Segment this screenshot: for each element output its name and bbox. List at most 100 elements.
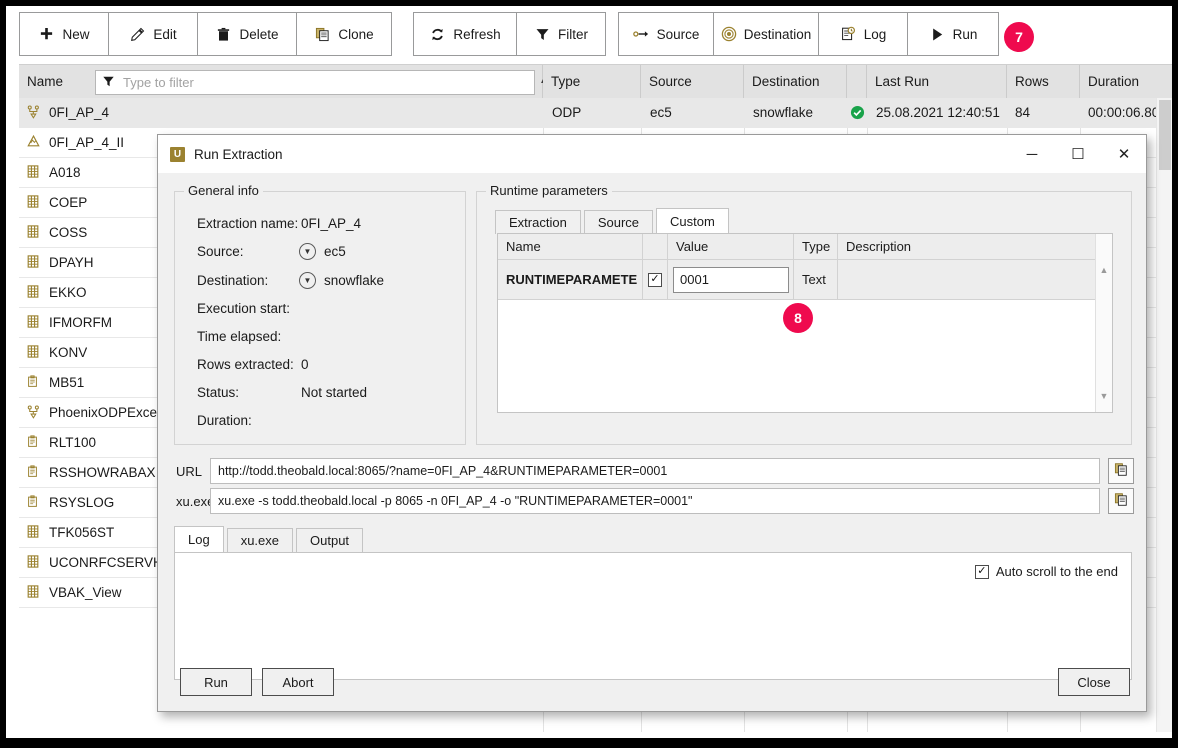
general-info-group: General info Extraction name: 0FI_AP_4 S… <box>174 183 466 445</box>
report-icon <box>26 464 42 481</box>
clone-button-label: Clone <box>338 26 374 42</box>
edit-button[interactable]: Edit <box>108 12 198 56</box>
auto-scroll-checkbox[interactable]: ✓ <box>974 564 989 579</box>
param-column-description[interactable]: Description <box>838 234 1096 259</box>
maximize-icon[interactable]: ☐ <box>1056 135 1100 173</box>
param-type-cell: Text <box>794 260 838 299</box>
copy-icon <box>1114 492 1128 510</box>
column-header-destination[interactable]: Destination <box>744 65 847 98</box>
tab-custom[interactable]: Custom <box>656 208 729 234</box>
row-name: RLT100 <box>49 435 97 450</box>
row-destination: snowflake <box>753 105 814 120</box>
duration-label: Duration: <box>197 413 252 428</box>
chevron-down-icon[interactable]: ▼ <box>299 243 316 260</box>
column-header-destination-label: Destination <box>752 74 820 89</box>
runtime-parameters-legend: Runtime parameters <box>486 183 612 198</box>
column-header-source[interactable]: Source <box>641 65 744 98</box>
refresh-button-label: Refresh <box>453 26 501 42</box>
column-header-status[interactable] <box>847 65 867 98</box>
column-header-duration-label: Duration <box>1088 74 1140 89</box>
param-column-enabled[interactable] <box>643 234 668 259</box>
table-icon <box>26 224 42 241</box>
row-name: TFK056ST <box>49 525 115 540</box>
grid-header-row: Name ▲ Type Source Destination <box>19 64 1172 98</box>
table-row[interactable]: 0FI_AP_4 ODP ec5 snowflake 25.08.2021 12… <box>19 98 1172 128</box>
close-icon[interactable]: ✕ <box>1102 135 1146 173</box>
name-filter[interactable] <box>95 70 535 95</box>
param-column-type-label: Type <box>802 239 831 254</box>
column-header-name-label: Name <box>27 74 64 89</box>
param-enabled-checkbox[interactable]: ✓ <box>648 272 662 287</box>
param-vertical-scrollbar[interactable]: ▲ ▼ <box>1095 234 1112 412</box>
new-button[interactable]: New <box>19 12 109 56</box>
source-button[interactable]: Source <box>618 12 714 56</box>
row-name: UCONRFCSERVHEAD <box>49 555 174 570</box>
auto-scroll-checkbox-row[interactable]: ✓ Auto scroll to the end <box>974 564 1118 579</box>
chevron-down-icon[interactable]: ▼ <box>299 272 316 289</box>
scroll-up-icon[interactable]: ▲ <box>1096 262 1112 278</box>
run-button[interactable]: Run <box>907 12 999 56</box>
scrollbar-thumb[interactable] <box>1159 100 1171 170</box>
dialog-close-button[interactable]: Close <box>1058 668 1130 696</box>
dialog-title-bar[interactable]: U Run Extraction ─ ☐ ✕ <box>158 135 1146 173</box>
grid-vertical-scrollbar[interactable] <box>1156 98 1172 732</box>
tab-extraction[interactable]: Extraction <box>495 210 581 234</box>
row-name: 0FI_AP_4 <box>49 105 110 120</box>
filter-button-label: Filter <box>558 26 588 42</box>
param-table-row[interactable]: RUNTIMEPARAMETE ✓ Text <box>498 260 1096 300</box>
row-source: ec5 <box>650 105 672 120</box>
row-name: EKKO <box>49 285 87 300</box>
clone-button[interactable]: Clone <box>296 12 392 56</box>
copy-xuexe-button[interactable] <box>1108 488 1134 514</box>
refresh-button[interactable]: Refresh <box>413 12 517 56</box>
tab-log[interactable]: Log <box>174 526 224 552</box>
xuexe-field[interactable]: xu.exe -s todd.theobald.local -p 8065 -n… <box>210 488 1100 514</box>
funnel-icon <box>534 26 551 43</box>
callout-badge-7: 7 <box>1004 22 1034 52</box>
param-column-name[interactable]: Name <box>498 234 643 259</box>
dialog-abort-label: Abort <box>282 674 314 690</box>
tab-source[interactable]: Source <box>583 210 654 234</box>
destination-button[interactable]: Destination <box>713 12 819 56</box>
param-value-cell[interactable] <box>668 260 794 299</box>
row-name: IFMORFM <box>49 315 112 330</box>
name-filter-input[interactable] <box>121 74 515 91</box>
column-header-rows[interactable]: Rows <box>1007 65 1080 98</box>
column-header-last-run[interactable]: Last Run <box>867 65 1007 98</box>
run-button-label: Run <box>952 26 978 42</box>
param-value-input[interactable] <box>673 266 789 293</box>
dialog-abort-button[interactable]: Abort <box>262 668 334 696</box>
param-enabled-cell[interactable]: ✓ <box>643 260 668 299</box>
url-field[interactable]: http://todd.theobald.local:8065/?name=0F… <box>210 458 1100 484</box>
tab-output[interactable]: Output <box>296 528 364 552</box>
copy-url-button[interactable] <box>1108 458 1134 484</box>
dialog-title: Run Extraction <box>194 146 283 162</box>
filter-button[interactable]: Filter <box>516 12 606 56</box>
tab-xuexe[interactable]: xu.exe <box>226 528 294 552</box>
pencil-icon <box>129 26 146 43</box>
param-column-type[interactable]: Type <box>794 234 838 259</box>
tab-xuexe-label: xu.exe <box>240 533 280 548</box>
minimize-icon[interactable]: ─ <box>1010 135 1054 173</box>
param-type-value: Text <box>802 272 826 287</box>
param-column-value[interactable]: Value <box>668 234 794 259</box>
log-output-panel: ✓ Auto scroll to the end <box>174 552 1132 680</box>
time-elapsed-label: Time elapsed: <box>197 329 282 344</box>
dialog-run-button[interactable]: Run <box>180 668 252 696</box>
column-header-type[interactable]: Type <box>543 65 641 98</box>
column-header-duration[interactable]: Duration <box>1080 65 1172 98</box>
source-icon <box>632 26 650 43</box>
odp-icon <box>26 104 42 121</box>
rows-extracted-value: 0 <box>301 357 309 372</box>
delete-button[interactable]: Delete <box>197 12 297 56</box>
row-name: MB51 <box>49 375 85 390</box>
destination-label: Destination: <box>197 273 269 288</box>
table-icon <box>26 524 42 541</box>
param-description-cell[interactable] <box>838 260 1096 299</box>
log-button[interactable]: Log <box>818 12 908 56</box>
row-name: RSSHOWRABAX <box>49 465 156 480</box>
destination-button-label: Destination <box>743 26 812 42</box>
runtime-parameters-tabs: Extraction Source Custom <box>495 208 732 234</box>
table-icon <box>26 254 42 271</box>
scroll-down-icon[interactable]: ▼ <box>1096 388 1112 404</box>
